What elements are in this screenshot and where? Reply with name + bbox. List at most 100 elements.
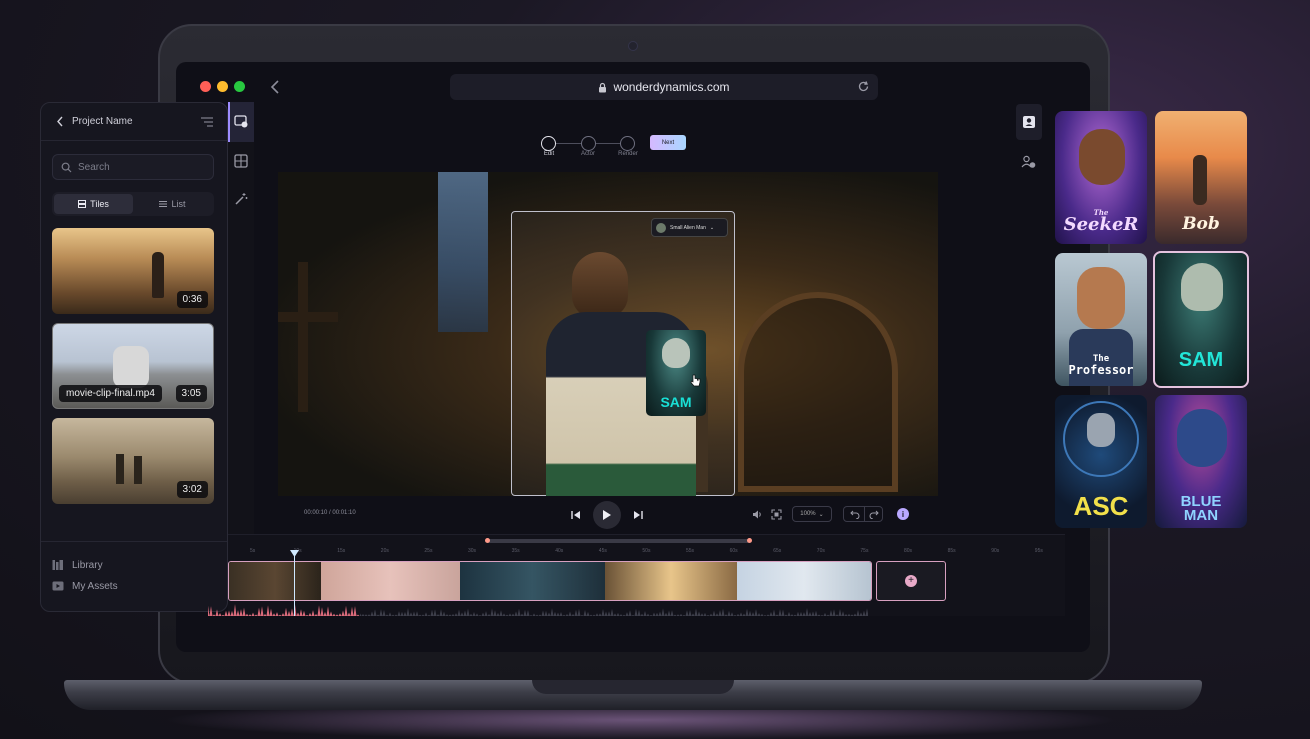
clip-duration: 0:36 <box>176 291 208 308</box>
character-selector[interactable]: Small Alien Man ⌄ <box>651 218 728 237</box>
character-card-blue-man[interactable]: BLUE MAN <box>1155 395 1247 528</box>
my-assets-link[interactable]: My Assets <box>52 580 118 592</box>
dragged-character-card[interactable]: SAM <box>646 330 706 416</box>
character-card-seeker[interactable]: The SeekeR <box>1055 111 1147 244</box>
grid-edit-icon[interactable] <box>234 154 248 168</box>
timeline-tick: 5s <box>250 548 256 554</box>
back-chevron-icon[interactable] <box>56 116 64 127</box>
timeline-tick: 60s <box>729 548 738 554</box>
step-actor-dot[interactable] <box>581 136 596 151</box>
clip-duration: 3:05 <box>175 385 207 402</box>
timeline-tick: 40s <box>555 548 564 554</box>
close-window-button[interactable] <box>200 81 211 92</box>
timeline-tick: 45s <box>598 548 607 554</box>
range-handle-end[interactable] <box>747 538 752 543</box>
time-display: 00:00:10 / 00:01:10 <box>304 510 356 516</box>
tab-list[interactable]: List <box>133 194 212 214</box>
project-name[interactable]: Project Name <box>72 116 133 127</box>
clip-segment[interactable] <box>229 562 321 600</box>
next-button[interactable]: Next <box>650 135 686 150</box>
hand-cursor-icon <box>690 374 701 387</box>
tiles-icon <box>78 200 87 208</box>
undo-icon[interactable] <box>850 510 860 519</box>
character-portrait <box>1077 267 1125 329</box>
clip-segment[interactable] <box>460 562 605 600</box>
figure-silhouette <box>152 252 164 298</box>
timeline-tick: 35s <box>511 548 520 554</box>
url-text: wonderdynamics.com <box>613 80 730 94</box>
timeline-tick: 90s <box>991 548 1000 554</box>
divider <box>864 507 865 521</box>
character-card-sam[interactable]: SAM <box>1153 251 1249 388</box>
magic-wand-icon[interactable] <box>234 192 248 206</box>
timeline-tick: 70s <box>816 548 825 554</box>
tab-list-label: List <box>171 199 186 209</box>
time-current: 00:00:10 <box>304 510 328 516</box>
step-connector <box>596 143 620 144</box>
play-icon <box>603 510 611 520</box>
figure-silhouette <box>134 456 142 484</box>
timeline-tick: 80s <box>904 548 913 554</box>
playhead-marker[interactable] <box>290 550 299 557</box>
skip-forward-icon[interactable] <box>633 510 643 520</box>
timeline-tick: 30s <box>468 548 477 554</box>
timeline-tick: 65s <box>773 548 782 554</box>
timeline-range-bar[interactable] <box>487 539 750 543</box>
playhead[interactable] <box>294 552 295 616</box>
divider <box>41 140 227 141</box>
dragged-card-name: SAM <box>660 394 692 410</box>
history-controls <box>843 506 883 522</box>
cross-post <box>298 262 308 412</box>
figure-silhouette <box>113 346 149 388</box>
character-portrait <box>1177 409 1227 467</box>
clip-segment[interactable] <box>604 562 738 600</box>
character-card-professor[interactable]: The Professor <box>1055 253 1147 386</box>
assets-icon <box>52 581 64 591</box>
view-toggle: Tiles List <box>52 192 214 216</box>
list-icon <box>159 201 168 207</box>
library-link[interactable]: Library <box>52 559 103 571</box>
clip-thumbnail-1[interactable]: 0:36 <box>52 228 214 314</box>
clip-segment[interactable] <box>320 562 461 600</box>
character-card-asc[interactable]: ASC <box>1055 395 1147 528</box>
zoom-select[interactable]: 100% ⌄ <box>792 506 832 522</box>
library-icon <box>52 560 63 570</box>
search-input[interactable]: Search <box>52 154 214 180</box>
menu-icon[interactable] <box>200 117 214 127</box>
reload-icon[interactable] <box>857 80 870 98</box>
minimize-window-button[interactable] <box>217 81 228 92</box>
step-edit-dot[interactable] <box>541 136 556 151</box>
back-arrow-icon[interactable] <box>270 79 280 100</box>
character-name: The SeekeR <box>1063 208 1139 235</box>
add-person-icon[interactable] <box>1021 155 1036 169</box>
zoom-value: 100% <box>800 511 816 517</box>
info-icon[interactable]: i <box>897 508 909 520</box>
character-name: SAM <box>1178 349 1224 371</box>
address-bar[interactable]: wonderdynamics.com <box>450 74 878 100</box>
character-name: Bob <box>1182 214 1220 234</box>
clip-thumbnail-2[interactable]: movie-clip-final.mp4 3:05 <box>52 323 214 409</box>
skip-back-icon[interactable] <box>571 510 581 520</box>
fit-screen-icon[interactable] <box>771 509 782 520</box>
actor-head <box>572 252 628 318</box>
clip-segment[interactable] <box>737 562 871 600</box>
actor-tab[interactable] <box>1016 104 1042 140</box>
tab-tiles[interactable]: Tiles <box>54 194 133 214</box>
church-arch <box>738 292 898 492</box>
character-card-bob[interactable]: Bob <box>1155 111 1247 244</box>
play-button[interactable] <box>593 501 621 529</box>
timeline-tick: 85s <box>947 548 956 554</box>
character-portrait <box>1079 129 1125 185</box>
video-plus-icon[interactable] <box>234 114 248 128</box>
maximize-window-button[interactable] <box>234 81 245 92</box>
clip-thumbnail-3[interactable]: 3:02 <box>52 418 214 504</box>
step-connector <box>556 143 581 144</box>
redo-icon[interactable] <box>869 510 879 519</box>
range-handle-start[interactable] <box>485 538 490 543</box>
character-portrait <box>1193 155 1207 205</box>
clip-strip[interactable] <box>228 561 872 601</box>
add-clip-button[interactable]: + <box>876 561 946 601</box>
divider <box>41 541 227 542</box>
volume-icon[interactable] <box>752 510 762 519</box>
step-render-dot[interactable] <box>620 136 635 151</box>
